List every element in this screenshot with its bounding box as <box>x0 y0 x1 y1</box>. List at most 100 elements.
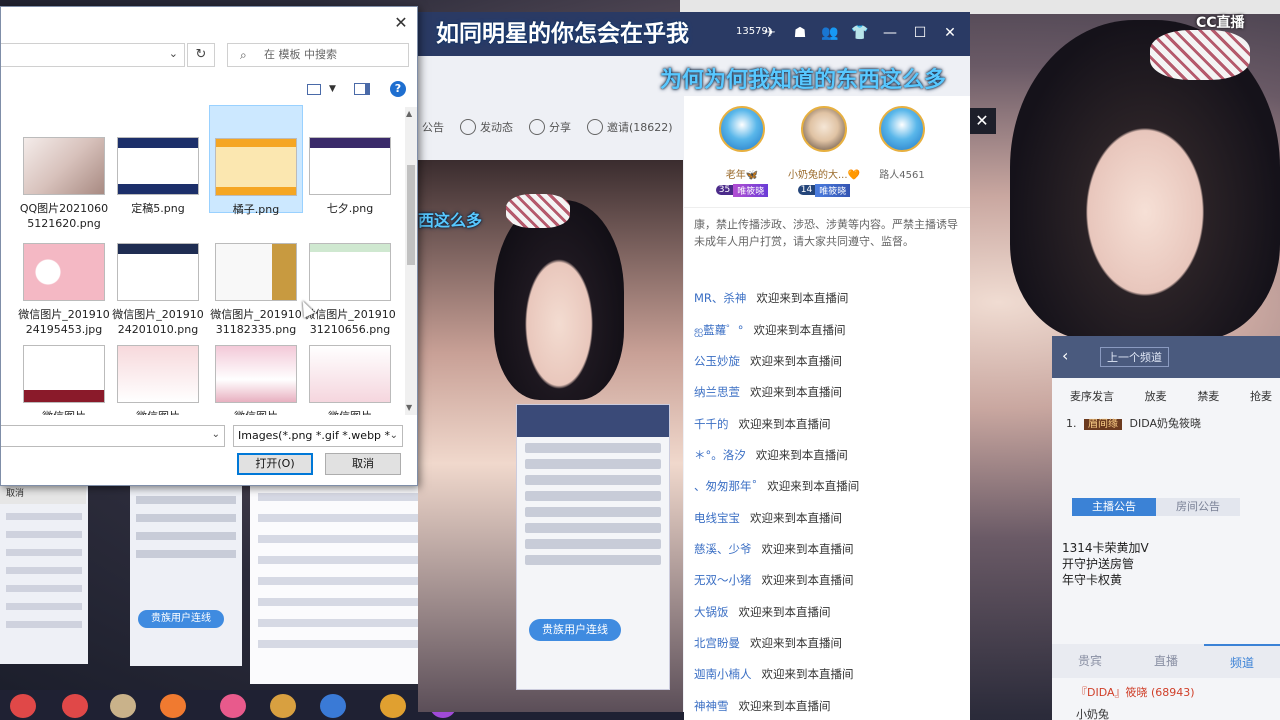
file-name-input[interactable]: ⌄ <box>1 425 225 447</box>
chat-username[interactable]: 迦南小楠人 <box>694 667 752 681</box>
streamer-hair-bow <box>506 194 570 228</box>
chat-username[interactable]: 公玉妙旋 <box>694 354 740 368</box>
scrollbar[interactable]: ▲ ▼ <box>405 107 417 415</box>
chat-username[interactable]: 北宫盼曼 <box>694 636 740 650</box>
fan-card[interactable]: 路人4561 <box>858 106 946 181</box>
tab-channel[interactable]: 频道 <box>1204 644 1280 678</box>
file-type-select[interactable]: Images(*.png *.gif *.webp *.j ⌄ <box>233 425 403 447</box>
gift-icon[interactable] <box>320 694 346 718</box>
channel-header: ‹ 上一个频道 <box>1052 336 1280 378</box>
scroll-up-icon[interactable]: ▲ <box>406 109 412 118</box>
file-thumbnail <box>215 243 297 301</box>
grab-mic-button[interactable]: 抢麦 <box>1250 388 1272 404</box>
file-item[interactable]: 微信图片_20191031182335.png <box>209 243 303 337</box>
file-name: 微信图片_20191031182335.png <box>210 308 302 336</box>
chat-message: 公玉妙旋 欢迎来到本直播间 <box>694 353 964 369</box>
file-item[interactable]: 微信图片 <box>111 345 205 415</box>
embedded-stream-screenshot: 贵族用户连线 <box>516 404 670 690</box>
mic-queue-button[interactable]: 麦序发言 <box>1070 388 1114 404</box>
chat-text: 欢迎来到本直播间 <box>750 385 842 399</box>
open-button[interactable]: 打开(O) <box>237 453 313 475</box>
file-item[interactable]: 微信图片_20191024195453.jpg <box>17 243 111 337</box>
address-bar[interactable]: ⌄ <box>1 43 185 67</box>
favorite-icon[interactable]: ☗ <box>790 24 810 42</box>
post-update-label: 发动态 <box>480 121 513 134</box>
users-icon[interactable]: 👥 <box>820 24 840 42</box>
send-icon[interactable]: ✈ <box>760 24 780 42</box>
gift-icon[interactable] <box>160 694 186 718</box>
tab-host-notice[interactable]: 主播公告 <box>1072 498 1156 516</box>
chevron-down-icon[interactable]: ▼ <box>329 84 336 94</box>
fan-card[interactable]: 老年🦋 35 唯筱晓 <box>698 106 786 197</box>
cancel-button[interactable]: 取消 <box>325 453 401 475</box>
previous-channel-button[interactable]: 上一个频道 <box>1100 347 1169 367</box>
file-item[interactable]: 微信图片 <box>303 345 397 415</box>
back-arrow-icon[interactable]: ‹ <box>1062 346 1068 365</box>
post-update-button[interactable]: 发动态 <box>460 119 513 135</box>
ban-mic-button[interactable]: 禁麦 <box>1197 388 1219 404</box>
hot-badge-icon[interactable] <box>62 694 88 718</box>
chat-username[interactable]: 神神雪 <box>694 699 729 713</box>
close-icon[interactable]: ✕ <box>940 24 960 42</box>
view-options-icon[interactable] <box>307 83 321 95</box>
chevron-down-icon[interactable]: ⌄ <box>389 426 398 446</box>
top-fans-row: 老年🦋 35 唯筱晓 小奶兔的大...🧡 14 唯筱晓 路人4561 <box>684 96 970 208</box>
scrollbar-thumb[interactable] <box>407 165 415 265</box>
mic-queue-user[interactable]: 1. 眉间缘 DIDA奶兔筱晓 <box>1066 415 1201 431</box>
chat-username[interactable]: 千千的 <box>694 417 729 431</box>
chevron-down-icon[interactable]: ⌄ <box>169 47 178 60</box>
hot-badge-icon[interactable] <box>10 694 36 718</box>
noble-connect-pill: 贵族用户连线 <box>529 619 621 641</box>
tab-room-notice[interactable]: 房间公告 <box>1156 498 1240 516</box>
help-icon[interactable]: ? <box>389 81 406 97</box>
file-item[interactable]: 橘子.png <box>209 105 303 216</box>
search-input[interactable]: ⌕ 在 模板 中搜索 <box>227 43 409 67</box>
chat-username[interactable]: 大锅饭 <box>694 605 729 619</box>
chat-username[interactable]: 无双～小猪 <box>694 573 752 587</box>
scroll-down-icon[interactable]: ▼ <box>406 403 412 412</box>
preview-pane-icon[interactable] <box>353 83 370 95</box>
chat-username[interactable]: 纳兰思萱 <box>694 385 740 399</box>
file-item[interactable]: 微信图片 <box>209 345 303 415</box>
chat-username[interactable]: 慈溪、少爷 <box>694 542 752 556</box>
invite-button[interactable]: 邀请(18622) <box>587 119 673 135</box>
file-item[interactable]: 定稿5.png <box>111 137 205 216</box>
file-item[interactable]: 七夕.png <box>303 137 397 216</box>
file-thumbnail <box>309 345 391 403</box>
gift-icon[interactable] <box>220 694 246 718</box>
chat-username[interactable]: ＊°。洛汐 <box>694 448 746 462</box>
file-item[interactable]: 微信图片_20191031210656.png <box>303 243 397 337</box>
chat-username[interactable]: ஐ藍蘿゜° <box>694 323 743 337</box>
refresh-icon[interactable]: ↻ <box>187 43 215 67</box>
channel-member[interactable]: 小奶兔 <box>1076 706 1109 720</box>
minimize-icon[interactable]: — <box>880 24 900 42</box>
background-close-icon[interactable]: ✕ <box>968 108 996 134</box>
file-thumbnail <box>117 137 199 195</box>
maximize-icon[interactable]: ☐ <box>910 24 930 42</box>
chat-username[interactable]: 、匆匆那年˚ <box>694 479 757 493</box>
tab-vip[interactable]: 贵宾 <box>1052 644 1128 678</box>
chevron-down-icon[interactable]: ⌄ <box>212 429 220 440</box>
gift-icon[interactable] <box>110 694 136 718</box>
chat-username[interactable]: MR、杀神 <box>694 291 746 305</box>
notice-button[interactable]: 公告 <box>422 119 444 135</box>
chat-username[interactable]: 电线宝宝 <box>694 511 740 525</box>
close-icon[interactable]: ✕ <box>391 13 411 33</box>
skin-icon[interactable]: 👕 <box>850 24 870 42</box>
file-item[interactable]: 微信图片_20191024201010.png <box>111 243 205 337</box>
gift-icon[interactable] <box>380 694 406 718</box>
search-placeholder: 在 模板 中搜索 <box>264 48 337 61</box>
gift-icon[interactable] <box>270 694 296 718</box>
stream-toolbar: 公告 发动态 分享 邀请(18622) <box>418 112 688 142</box>
fan-level: 35 <box>715 185 734 195</box>
fan-card[interactable]: 小奶兔的大...🧡 14 唯筱晓 <box>780 106 868 197</box>
lyric-line-bottom: 为何为何我知道的东西这么多 <box>660 68 947 93</box>
tab-live[interactable]: 直播 <box>1128 644 1204 678</box>
channel-member[interactable]: 『DIDA』筱晓 (68943) <box>1076 684 1195 700</box>
file-item[interactable]: 微信图片 <box>17 345 111 415</box>
fan-level: 14 <box>797 185 816 195</box>
chat-message: ஐ藍蘿゜° 欢迎来到本直播间 <box>694 322 964 339</box>
file-item[interactable]: QQ图片20210605121620.png <box>17 137 111 231</box>
share-button[interactable]: 分享 <box>529 119 571 135</box>
release-mic-button[interactable]: 放麦 <box>1145 388 1167 404</box>
